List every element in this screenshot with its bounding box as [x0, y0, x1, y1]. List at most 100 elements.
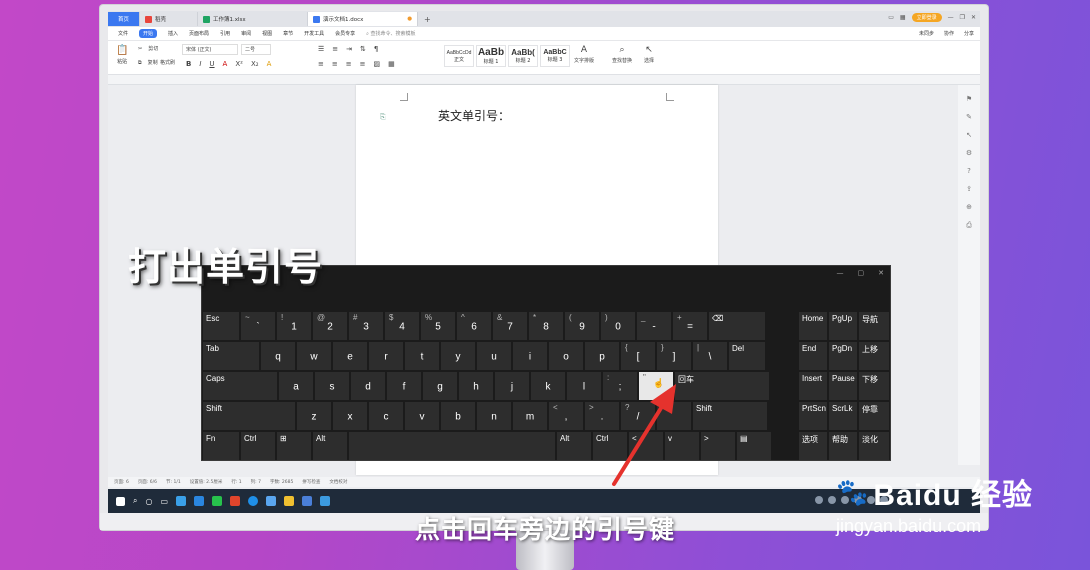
key-del[interactable]: Del: [729, 342, 765, 370]
key-1[interactable]: ! 1: [277, 312, 311, 340]
key-5[interactable]: % 5: [421, 312, 455, 340]
tray-icon[interactable]: [815, 496, 823, 504]
menu-review[interactable]: 审阅: [241, 30, 251, 37]
restore-icon[interactable]: ❐: [960, 14, 965, 21]
style-heading1[interactable]: AaBb 标题 1: [476, 45, 506, 67]
menu-references[interactable]: 引用: [220, 30, 230, 37]
bold-icon[interactable]: B: [186, 60, 191, 68]
key-v[interactable]: v: [405, 402, 439, 430]
key-alt[interactable]: Alt: [313, 432, 347, 460]
key-nav-3-0[interactable]: PrtScn: [799, 402, 827, 430]
maximize-icon[interactable]: ▢: [858, 269, 865, 277]
collaborate-button[interactable]: 协作: [944, 30, 954, 37]
sort-icon[interactable]: ⇅: [360, 45, 366, 53]
close-icon[interactable]: ✕: [971, 14, 976, 21]
italic-icon[interactable]: I: [199, 60, 201, 68]
menu-file[interactable]: 文件: [118, 30, 128, 37]
superscript-icon[interactable]: X²: [235, 60, 243, 68]
key-shift[interactable]: Shift: [693, 402, 767, 430]
key--[interactable]: ⌫: [709, 312, 765, 340]
tray-icon[interactable]: [828, 496, 836, 504]
key-nav-4-2[interactable]: 淡化: [859, 432, 889, 460]
folder-icon[interactable]: [284, 496, 295, 506]
close-icon[interactable]: ✕: [878, 269, 884, 277]
highlight-icon[interactable]: A: [267, 60, 272, 68]
menu-sections[interactable]: 章节: [283, 30, 293, 37]
backup-icon[interactable]: ⎙: [966, 221, 972, 230]
key-fn[interactable]: Fn: [203, 432, 239, 460]
task-view-icon[interactable]: ▭: [160, 497, 168, 506]
key-nav-1-2[interactable]: 上移: [859, 342, 889, 370]
key-8[interactable]: * 8: [529, 312, 563, 340]
key-t[interactable]: t: [405, 342, 439, 370]
key-tab[interactable]: Tab: [203, 342, 259, 370]
key-6[interactable]: ^ 6: [457, 312, 491, 340]
key-nav-1-1[interactable]: PgDn: [829, 342, 857, 370]
paragraph-handle-icon[interactable]: ⎘: [380, 113, 386, 122]
key-nav-0-0[interactable]: Home: [799, 312, 827, 340]
key--[interactable]: {[: [621, 342, 655, 370]
key-2[interactable]: @2: [313, 312, 347, 340]
windows-start-icon[interactable]: [116, 496, 125, 506]
key-0[interactable]: ) 0: [601, 312, 635, 340]
key-a[interactable]: a: [279, 372, 313, 400]
app-icon[interactable]: [320, 496, 331, 506]
share-button[interactable]: 分享: [964, 30, 974, 37]
key-x[interactable]: x: [333, 402, 367, 430]
key--[interactable]: ⊞: [277, 432, 311, 460]
key-3[interactable]: #3: [349, 312, 383, 340]
key-e[interactable]: e: [333, 342, 367, 370]
key-y[interactable]: y: [441, 342, 475, 370]
justify-icon[interactable]: ≡: [360, 60, 366, 68]
minimize-icon[interactable]: —: [948, 14, 954, 21]
settings-icon[interactable]: ⚙: [966, 149, 972, 157]
key-9[interactable]: (9: [565, 312, 599, 340]
menu-view[interactable]: 视图: [262, 30, 272, 37]
key-g[interactable]: g: [423, 372, 457, 400]
key--[interactable]: ▤: [737, 432, 771, 460]
style-heading2[interactable]: AaBb(标题 2: [508, 45, 538, 67]
key-alt[interactable]: Alt: [557, 432, 591, 460]
key-ctrl[interactable]: Ctrl: [241, 432, 275, 460]
copy-button[interactable]: ⧉ 复制: [138, 59, 158, 67]
login-button[interactable]: 立即登录: [911, 13, 942, 22]
key-esc[interactable]: Esc: [203, 312, 239, 340]
search-icon[interactable]: ⌕: [133, 496, 137, 506]
key-nav-3-1[interactable]: ScrLk: [829, 402, 857, 430]
key--[interactable]: _ -: [637, 312, 671, 340]
key-q[interactable]: q: [261, 342, 295, 370]
key-nav-2-1[interactable]: Pause: [829, 372, 857, 400]
bullets-icon[interactable]: ☰: [318, 45, 324, 53]
proofread-button[interactable]: 文档校对: [329, 479, 347, 485]
key-h[interactable]: h: [459, 372, 493, 400]
align-center-icon[interactable]: ≡: [332, 60, 338, 68]
text-tools-button[interactable]: A 文字排版: [574, 45, 594, 64]
underline-icon[interactable]: U: [209, 60, 214, 68]
key-f[interactable]: f: [387, 372, 421, 400]
key-nav-0-2[interactable]: 导航: [859, 312, 889, 340]
style-pane-icon[interactable]: ⚑: [966, 95, 972, 103]
key-n[interactable]: n: [477, 402, 511, 430]
align-right-icon[interactable]: ≡: [346, 60, 352, 68]
menu-insert[interactable]: 插入: [168, 30, 178, 37]
key-m[interactable]: m: [513, 402, 547, 430]
key-p[interactable]: p: [585, 342, 619, 370]
key-c[interactable]: c: [369, 402, 403, 430]
style-heading3[interactable]: AaBbC 标题 3: [540, 45, 570, 67]
key-j[interactable]: j: [495, 372, 529, 400]
menu-layout[interactable]: 页面布局: [189, 30, 209, 37]
browser-icon[interactable]: [176, 496, 187, 506]
wps-icon[interactable]: [230, 496, 241, 506]
new-tab-button[interactable]: +: [418, 15, 437, 24]
shading-icon[interactable]: ▨: [374, 60, 381, 68]
tab-docer[interactable]: 稻壳: [140, 12, 198, 26]
border-icon[interactable]: ▦: [388, 60, 395, 68]
key-s[interactable]: s: [315, 372, 349, 400]
spell-check-button[interactable]: 拼写检查: [302, 479, 320, 485]
key--[interactable]: + =: [673, 312, 707, 340]
key--[interactable]: >: [701, 432, 735, 460]
align-left-icon[interactable]: ≡: [318, 60, 324, 68]
menu-developer[interactable]: 开发工具: [304, 30, 324, 37]
globe-icon[interactable]: ⊕: [966, 203, 972, 211]
tab-document[interactable]: 演示文档1.docx ●: [308, 12, 418, 26]
